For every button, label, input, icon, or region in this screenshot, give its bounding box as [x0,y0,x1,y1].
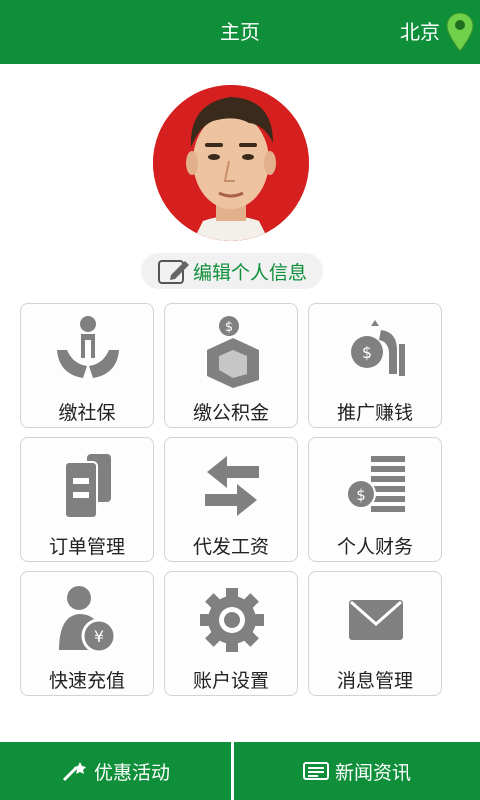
promotions-tab[interactable]: 优惠活动 [0,742,232,800]
news-tab[interactable]: 新闻资讯 [234,742,480,800]
feature-grid: 缴社保 $ 缴公积金 $ 推广赚钱 订单管理 代发工资 $ 个人财务 ¥ 快速充… [20,303,442,698]
tile-social-security[interactable]: 缴社保 [20,303,154,428]
edit-icon [157,260,189,284]
payroll-transfer-icon [205,456,259,516]
profile-photo [153,85,309,241]
quick-recharge-icon: ¥ [59,586,117,654]
tile-promote-earn[interactable]: $ 推广赚钱 [308,303,442,428]
tile-label: 订单管理 [48,536,125,558]
svg-text:¥: ¥ [94,627,104,646]
tile-label: 快速充值 [48,670,125,692]
personal-finance-icon: $ [346,456,405,512]
housing-fund-icon: $ [207,316,259,388]
tile-label: 账户设置 [192,670,269,692]
edit-profile-button[interactable]: 编辑个人信息 [141,253,323,289]
tile-payroll[interactable]: 代发工资 [164,437,298,562]
app-header: 主页 北京 [0,0,480,64]
bottom-nav: 优惠活动 新闻资讯 [0,742,480,800]
tile-message-management[interactable]: 消息管理 [308,571,442,696]
order-management-icon [64,454,111,519]
edit-profile-label: 编辑个人信息 [192,261,307,284]
tile-label: 缴社保 [58,402,116,424]
tile-label: 个人财务 [336,536,413,558]
tile-housing-fund[interactable]: $ 缴公积金 [164,303,298,428]
sparkle-wand-icon [62,762,86,782]
location-pin-icon[interactable] [446,12,474,52]
tile-order-management[interactable]: 订单管理 [20,437,154,562]
tile-label: 缴公积金 [192,402,269,424]
tile-personal-finance[interactable]: $ 个人财务 [308,437,442,562]
social-security-icon [57,316,119,378]
account-settings-icon [200,588,264,652]
promotions-label: 优惠活动 [93,761,170,784]
tile-account-settings[interactable]: 账户设置 [164,571,298,696]
message-management-icon [349,600,403,640]
newspaper-icon [302,762,329,780]
svg-text:$: $ [362,343,372,362]
svg-text:$: $ [225,320,233,335]
svg-text:$: $ [356,486,366,504]
avatar[interactable] [153,85,309,241]
tile-label: 推广赚钱 [336,402,413,424]
tile-quick-recharge[interactable]: ¥ 快速充值 [20,571,154,696]
tile-label: 代发工资 [192,536,269,558]
city-selector[interactable]: 北京 [400,0,440,64]
news-label: 新闻资讯 [334,761,411,784]
tile-label: 消息管理 [336,670,413,692]
promote-earn-icon: $ [351,320,405,376]
